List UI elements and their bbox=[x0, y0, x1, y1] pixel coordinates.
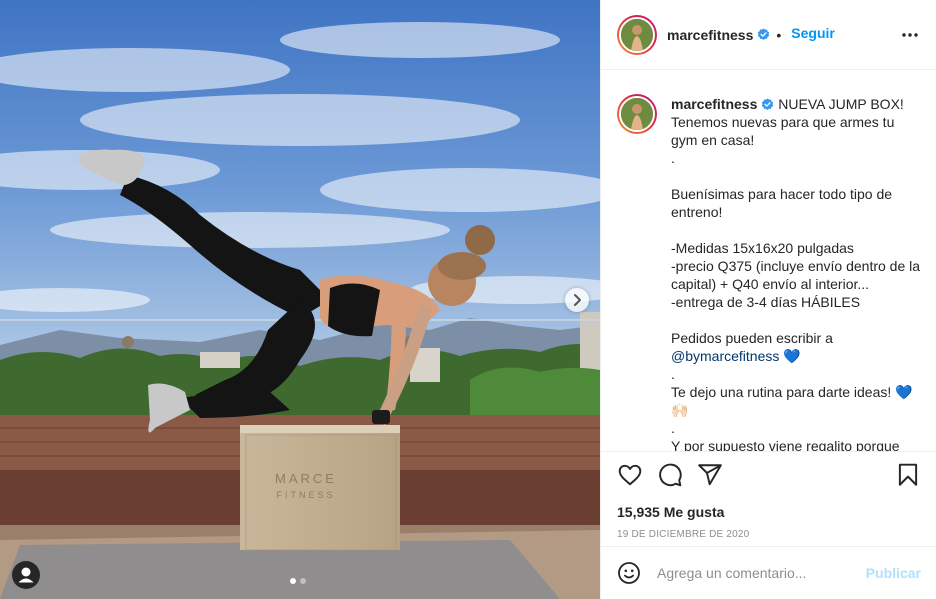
carousel-dot bbox=[300, 578, 306, 584]
caption-author-avatar[interactable] bbox=[617, 94, 657, 134]
caption-username[interactable]: marcefitness bbox=[671, 96, 757, 112]
verified-badge-icon bbox=[758, 28, 770, 40]
heart-icon[interactable] bbox=[617, 462, 643, 488]
bookmark-icon[interactable] bbox=[895, 462, 921, 488]
box-brand-line2: FITNESS bbox=[276, 490, 335, 500]
box-brand-line1: MARCE bbox=[275, 471, 337, 486]
carousel-next-button[interactable] bbox=[565, 288, 589, 312]
post-header: marcefitness • Seguir bbox=[601, 0, 936, 70]
blue-heart-emoji: 💙 bbox=[783, 348, 801, 364]
caption-line: . bbox=[671, 150, 675, 166]
publish-button[interactable]: Publicar bbox=[866, 565, 921, 581]
caption-text: marcefitness NUEVA JUMP BOX! Tenemos nue… bbox=[671, 95, 921, 451]
add-comment-bar: Publicar bbox=[601, 546, 936, 599]
caption-line: Y por supuesto viene regalito porque bbox=[671, 438, 900, 451]
verified-badge-icon bbox=[762, 98, 774, 110]
caption-line: -entrega de 3-4 días HÁBILES bbox=[671, 294, 861, 310]
author-avatar[interactable] bbox=[617, 14, 657, 55]
person-icon bbox=[18, 567, 34, 583]
caption-line: . bbox=[671, 366, 675, 382]
paper-plane-icon[interactable] bbox=[697, 462, 723, 488]
carousel-indicator bbox=[290, 578, 306, 584]
avatar-image bbox=[621, 18, 653, 51]
caption-line: -Medidas 15x16x20 pulgadas bbox=[671, 240, 854, 256]
caption-line: Te dejo una rutina para darte ideas! 💙🙌🏻 bbox=[671, 384, 913, 418]
post-date: 19 DE DICIEMBRE DE 2020 bbox=[617, 529, 750, 540]
caption-comment: marcefitness NUEVA JUMP BOX! Tenemos nue… bbox=[617, 94, 921, 451]
avatar-image bbox=[621, 98, 653, 130]
caption-scroll-area[interactable]: marcefitness NUEVA JUMP BOX! Tenemos nue… bbox=[601, 71, 936, 451]
caption-line: Tenemos nuevas para que armes tu gym en … bbox=[671, 114, 899, 148]
carousel-dot-active bbox=[290, 578, 296, 584]
more-options-icon[interactable] bbox=[900, 27, 920, 43]
follow-separator: • bbox=[776, 26, 782, 43]
photo-scene: MARCE FITNESS bbox=[0, 0, 600, 599]
smiley-icon[interactable] bbox=[617, 561, 641, 585]
likes-count[interactable]: 15,935 Me gusta bbox=[617, 504, 921, 520]
caption-line: -precio Q375 (incluye envío dentro de la… bbox=[671, 258, 924, 292]
caption-line: NUEVA JUMP BOX! bbox=[778, 96, 904, 112]
caption-line: . bbox=[671, 420, 675, 436]
comment-icon[interactable] bbox=[657, 462, 683, 488]
chevron-right-icon bbox=[574, 294, 581, 306]
follow-button[interactable]: Seguir bbox=[791, 25, 835, 41]
post-photo[interactable]: MARCE FITNESS bbox=[0, 0, 600, 599]
comment-input[interactable] bbox=[657, 565, 857, 581]
tagged-users-button[interactable] bbox=[12, 561, 40, 589]
caption-line: Pedidos pueden escribir a bbox=[671, 330, 833, 346]
post-actions: 15,935 Me gusta 19 DE DICIEMBRE DE 2020 bbox=[601, 451, 936, 546]
caption-line: Buenísimas para hacer todo tipo de entre… bbox=[671, 186, 896, 220]
author-username[interactable]: marcefitness bbox=[667, 27, 753, 43]
post-side-panel: marcefitness • Seguir marcefitness NUEVA… bbox=[600, 0, 936, 599]
mention-link[interactable]: @bymarcefitness bbox=[671, 348, 779, 364]
